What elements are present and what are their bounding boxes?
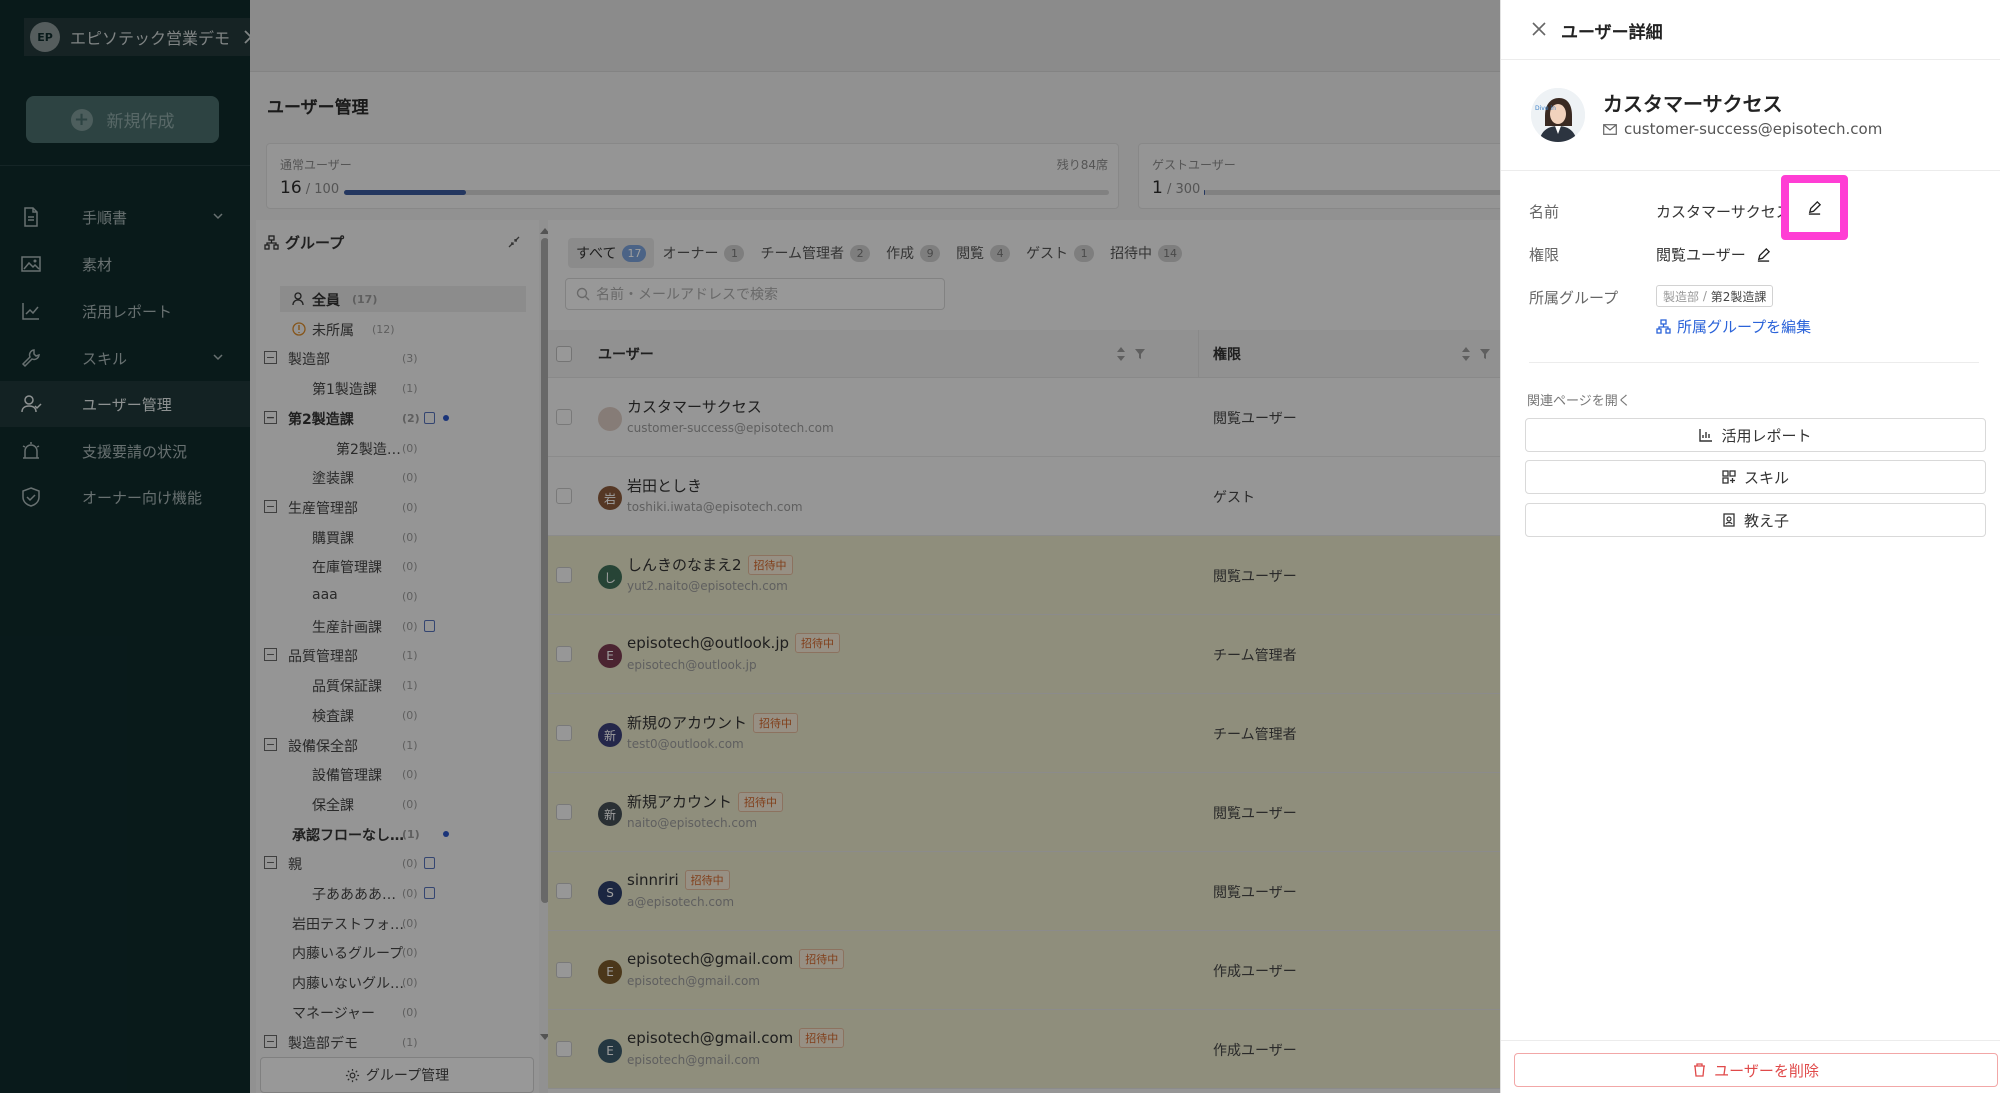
group-child: 第2製造課 — [1710, 289, 1767, 304]
group-label: 所属グループ — [1529, 289, 1619, 307]
name-edit-button[interactable] — [1781, 175, 1848, 240]
pencil-icon[interactable] — [1756, 247, 1771, 262]
related-report-button[interactable]: 活用レポート — [1525, 418, 1986, 452]
drawer-header: ユーザー詳細 — [1501, 0, 2000, 60]
related-pages-label: 関連ページを開く — [1527, 394, 1631, 409]
delete-user-button[interactable]: ユーザーを削除 — [1514, 1053, 1998, 1087]
related-students-label: 教え子 — [1743, 511, 1789, 530]
name-value-text: カスタマーサクセス — [1656, 203, 1791, 221]
edit-group-link[interactable]: 所属グループを編集 — [1656, 316, 1811, 337]
delete-user-label: ユーザーを削除 — [1714, 1061, 1819, 1080]
group-chip: 製造部 / 第2製造課 — [1656, 285, 1774, 307]
role-label: 権限 — [1529, 246, 1560, 264]
name-value: カスタマーサクセス — [1656, 201, 1791, 222]
mail-icon — [1603, 123, 1617, 135]
related-skill-label: スキル — [1743, 468, 1789, 487]
group-tree-icon — [1656, 319, 1671, 334]
user-email-text: customer-success@episotech.com — [1624, 120, 1883, 138]
trash-icon — [1694, 1063, 1706, 1077]
modal-overlay[interactable] — [0, 0, 1500, 1093]
skill-grid-icon — [1722, 470, 1736, 484]
related-skill-button[interactable]: スキル — [1525, 460, 1986, 494]
divider — [1501, 170, 2000, 171]
user-email: customer-success@episotech.com — [1603, 120, 1882, 138]
user-detail-drawer: ユーザー詳細 Dive in カスタマーサクセス customer-succes… — [1500, 0, 2000, 1093]
edit-group-label: 所属グループを編集 — [1677, 318, 1812, 336]
role-value-text: 閲覧ユーザー — [1656, 246, 1746, 264]
divider — [1501, 1040, 2000, 1041]
role-value: 閲覧ユーザー — [1656, 244, 1771, 265]
related-report-label: 活用レポート — [1721, 426, 1812, 445]
related-students-button[interactable]: 教え子 — [1525, 503, 1986, 537]
name-label: 名前 — [1529, 203, 1560, 221]
close-icon[interactable] — [1531, 21, 1547, 37]
avatar: Dive in — [1531, 88, 1585, 142]
bar-chart-icon — [1699, 429, 1713, 442]
divider — [1529, 362, 1979, 363]
avatar-text: Dive in — [1535, 105, 1556, 112]
student-book-icon — [1723, 513, 1735, 527]
group-parent: 製造部 — [1663, 289, 1700, 304]
user-name: カスタマーサクセス — [1603, 92, 1783, 116]
pencil-icon — [1808, 200, 1822, 215]
drawer-title: ユーザー詳細 — [1561, 23, 1663, 43]
